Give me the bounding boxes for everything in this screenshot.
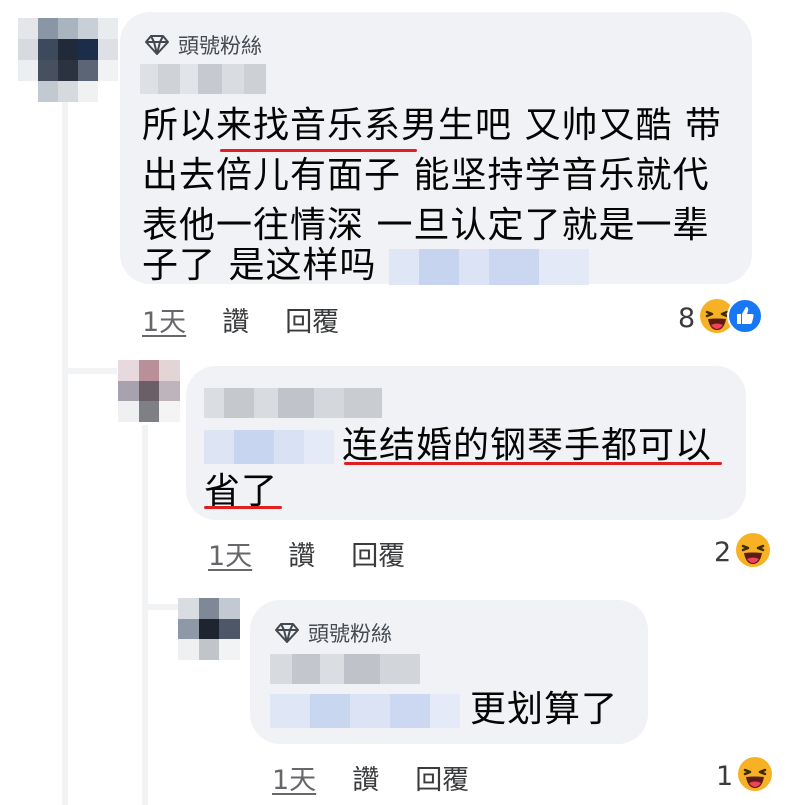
reaction-summary[interactable]: 1 xyxy=(716,756,773,796)
reply-button[interactable]: 回覆 xyxy=(415,758,469,797)
top-fan-badge: 頭號粉絲 xyxy=(274,618,392,648)
thread-line xyxy=(142,604,178,610)
thread-line xyxy=(142,425,148,805)
reaction-summary[interactable]: 2 xyxy=(714,532,771,572)
comment-line: 表他一往情深 一旦认定了就是一辈 xyxy=(142,205,710,246)
comment-line: 子了 是这样吗 xyxy=(142,244,589,288)
timestamp-link[interactable]: 1天 xyxy=(208,534,252,573)
reaction-count: 8 xyxy=(678,302,696,334)
haha-reaction-icon xyxy=(735,532,771,572)
author-name[interactable] xyxy=(204,388,382,418)
like-button[interactable]: 讚 xyxy=(352,758,379,797)
avatar[interactable] xyxy=(118,360,180,422)
author-name[interactable] xyxy=(270,654,420,684)
comment-actions: 1天 讚 回覆 xyxy=(272,758,469,797)
comment-line: 更划算了 xyxy=(270,688,618,732)
badge-label: 頭號粉絲 xyxy=(178,34,262,58)
diamond-icon xyxy=(274,622,300,644)
reaction-summary[interactable]: 8 xyxy=(678,298,764,338)
reply-button[interactable]: 回覆 xyxy=(351,534,405,573)
avatar[interactable] xyxy=(18,18,118,102)
top-fan-badge: 頭號粉絲 xyxy=(144,30,262,60)
mention-tag[interactable] xyxy=(270,694,460,728)
comment-actions: 1天 讚 回覆 xyxy=(208,534,405,573)
comment-line: 所以来找音乐系男生吧 又帅又酷 带 xyxy=(142,105,722,146)
badge-label: 頭號粉絲 xyxy=(308,622,392,646)
mention-tag[interactable] xyxy=(204,430,334,464)
reaction-count: 2 xyxy=(714,536,732,568)
author-name[interactable] xyxy=(140,64,266,94)
comment-bubble: 頭號粉絲 更划算了 xyxy=(250,600,648,744)
highlight-underline xyxy=(204,506,282,509)
avatar[interactable] xyxy=(178,598,240,660)
comment-bubble: 连结婚的钢琴手都可以 省了 xyxy=(186,366,746,520)
comment-line: 出去倍儿有面子 能坚持学音乐就代 xyxy=(142,155,710,196)
timestamp-link[interactable]: 1天 xyxy=(272,758,316,797)
like-reaction-icon xyxy=(727,298,764,338)
highlight-underline xyxy=(220,149,417,152)
like-button[interactable]: 讚 xyxy=(288,534,315,573)
mention-tag[interactable] xyxy=(388,249,589,285)
like-button[interactable]: 讚 xyxy=(222,300,249,339)
thread-line xyxy=(62,368,117,374)
timestamp-link[interactable]: 1天 xyxy=(142,300,186,339)
thread-line xyxy=(62,100,68,805)
haha-reaction-icon xyxy=(737,756,773,796)
diamond-icon xyxy=(144,34,170,56)
highlight-underline xyxy=(344,462,722,465)
comment-bubble: 頭號粉絲 所以来找音乐系男生吧 又帅又酷 带 出去倍儿有面子 能坚持学音乐就代 … xyxy=(120,12,752,286)
reply-button[interactable]: 回覆 xyxy=(285,300,339,339)
reaction-count: 1 xyxy=(716,760,734,792)
comment-actions: 1天 讚 回覆 xyxy=(142,300,339,339)
